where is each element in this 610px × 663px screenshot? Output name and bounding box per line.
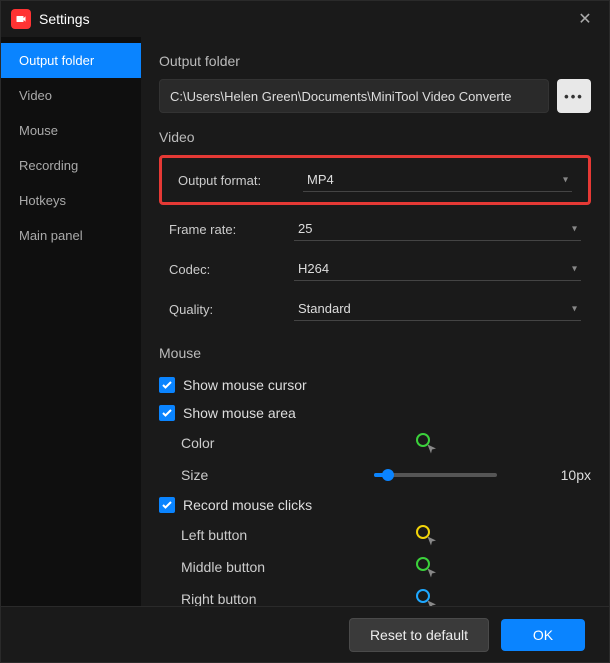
output-format-value: MP4 [307,172,334,187]
app-icon [11,9,31,29]
size-slider[interactable] [374,473,497,477]
sidebar-item-recording[interactable]: Recording [1,148,141,183]
framerate-value: 25 [298,221,312,236]
section-output-folder: Output folder [159,53,591,69]
browse-button[interactable]: ••• [557,79,591,113]
show-area-label: Show mouse area [183,405,296,421]
sidebar-item-video[interactable]: Video [1,78,141,113]
area-color-row: Color [159,427,591,459]
right-button-row: Right button [159,583,591,606]
settings-window: Settings ✕ Output folder Video Mouse Rec… [0,0,610,663]
codec-select[interactable]: H264 ▾ [294,257,581,281]
left-button-swatch[interactable] [416,525,436,545]
output-format-row: Output format: MP4 ▾ [168,160,582,200]
right-button-label: Right button [181,591,416,606]
sidebar-item-main-panel[interactable]: Main panel [1,218,141,253]
sidebar-item-mouse[interactable]: Mouse [1,113,141,148]
reset-button[interactable]: Reset to default [349,618,489,652]
framerate-row: Frame rate: 25 ▾ [159,209,591,249]
output-format-label: Output format: [178,173,293,188]
middle-button-label: Middle button [181,559,416,575]
output-format-select[interactable]: MP4 ▾ [303,168,572,192]
left-button-row: Left button [159,519,591,551]
show-cursor-row: Show mouse cursor [159,371,591,399]
quality-value: Standard [298,301,351,316]
codec-label: Codec: [169,262,284,277]
show-cursor-label: Show mouse cursor [183,377,307,393]
quality-label: Quality: [169,302,284,317]
chevron-down-icon: ▾ [563,174,568,185]
ok-button[interactable]: OK [501,619,585,651]
record-clicks-row: Record mouse clicks [159,491,591,519]
chevron-down-icon: ▾ [572,263,577,274]
right-button-swatch[interactable] [416,589,436,606]
window-title: Settings [39,11,571,27]
sidebar-item-hotkeys[interactable]: Hotkeys [1,183,141,218]
output-path-input[interactable] [159,79,549,113]
section-mouse: Mouse [159,345,591,361]
record-clicks-label: Record mouse clicks [183,497,312,513]
framerate-select[interactable]: 25 ▾ [294,217,581,241]
output-format-highlight: Output format: MP4 ▾ [159,155,591,205]
framerate-label: Frame rate: [169,222,284,237]
quality-select[interactable]: Standard ▾ [294,297,581,321]
chevron-down-icon: ▾ [572,223,577,234]
codec-row: Codec: H264 ▾ [159,249,591,289]
section-video: Video [159,129,591,145]
show-cursor-checkbox[interactable] [159,377,175,393]
close-button[interactable]: ✕ [571,5,599,33]
size-row: Size 10px [159,459,591,491]
middle-button-row: Middle button [159,551,591,583]
quality-row: Quality: Standard ▾ [159,289,591,329]
titlebar: Settings ✕ [1,1,609,37]
middle-button-swatch[interactable] [416,557,436,577]
codec-value: H264 [298,261,329,276]
area-color-swatch[interactable] [416,433,436,453]
size-label: Size [181,467,374,483]
output-path-row: ••• [159,79,591,113]
chevron-down-icon: ▾ [572,303,577,314]
record-clicks-checkbox[interactable] [159,497,175,513]
left-button-label: Left button [181,527,416,543]
sidebar: Output folder Video Mouse Recording Hotk… [1,37,141,606]
size-value: 10px [561,467,591,483]
footer: Reset to default OK [1,606,609,662]
area-color-label: Color [181,435,416,451]
content-area: Output folder ••• Video Output format: M… [141,37,609,606]
window-body: Output folder Video Mouse Recording Hotk… [1,37,609,606]
ellipsis-icon: ••• [564,89,584,104]
show-area-row: Show mouse area [159,399,591,427]
show-area-checkbox[interactable] [159,405,175,421]
sidebar-item-output-folder[interactable]: Output folder [1,43,141,78]
